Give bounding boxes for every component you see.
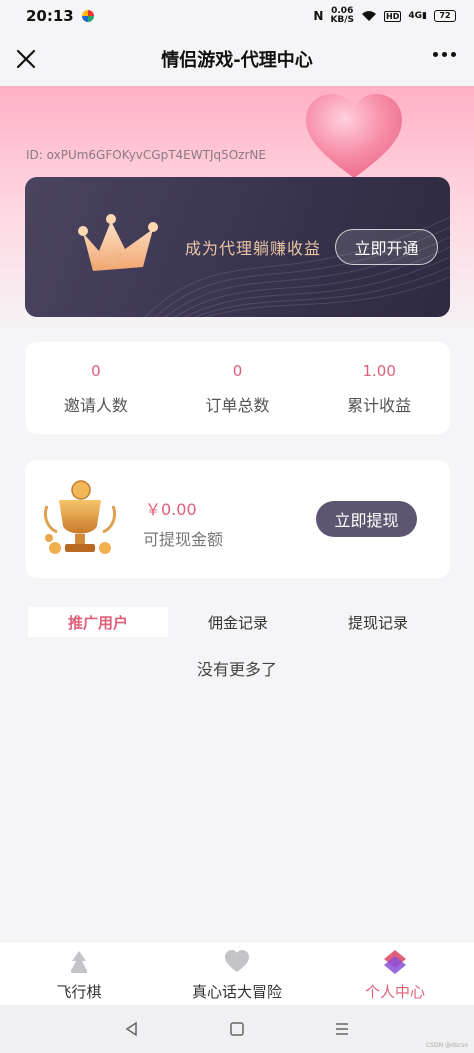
- record-tabs: 推广用户 佣金记录 提现记录: [28, 607, 448, 637]
- bottom-tab-label: 飞行棋: [56, 983, 102, 1001]
- heart-decoration-icon: [306, 94, 402, 178]
- agent-promo-card: 成为代理躺赚收益 立即开通: [25, 177, 450, 317]
- tab-commission-records[interactable]: 佣金记录: [168, 607, 308, 637]
- trophy-icon: [43, 480, 117, 554]
- stat-value: 1.00: [362, 362, 396, 380]
- nav-bar: 情侣游戏-代理中心: [0, 32, 474, 86]
- withdrawable-amount: ￥0.00: [145, 500, 197, 519]
- stat-label: 订单总数: [205, 396, 270, 415]
- bottom-tab-bar: 飞行棋 真心话大冒险 个人中心: [0, 941, 474, 1005]
- status-icons: N 0.06 KB/S HD 4G▮ 72: [313, 7, 456, 25]
- layers-icon: [384, 950, 406, 974]
- activate-agent-button[interactable]: 立即开通: [335, 229, 438, 265]
- heart-icon: [225, 950, 249, 972]
- status-bar: 20:13 N 0.06 KB/S HD 4G▮ 72: [0, 0, 474, 32]
- stat-value: 0: [91, 362, 101, 380]
- watermark: CSDN @dscso: [425, 1042, 468, 1049]
- stat-earnings: 1.00 累计收益: [308, 342, 450, 434]
- battery-icon: 72: [434, 10, 456, 22]
- empty-list-message: 没有更多了: [196, 660, 277, 679]
- home-icon[interactable]: [228, 1020, 246, 1038]
- network-speed: 0.06 KB/S: [330, 7, 354, 25]
- signal-label: 4G: [408, 11, 423, 21]
- page-title: 情侣游戏-代理中心: [161, 50, 313, 71]
- user-id: ID: oxPUm6GFOKyvCGpT4EWTJq5OzrNE: [26, 148, 266, 162]
- tab-promoted-users[interactable]: 推广用户: [28, 607, 168, 637]
- bottom-tab-profile[interactable]: 个人中心: [316, 942, 474, 1005]
- crown-icon: [78, 214, 158, 271]
- chess-piece-icon: [71, 951, 87, 973]
- stat-invites: 0 邀请人数: [25, 342, 167, 434]
- recent-apps-icon[interactable]: [333, 1020, 351, 1038]
- bottom-tab-label: 个人中心: [364, 983, 425, 1001]
- nfc-icon: N: [313, 9, 324, 23]
- stat-label: 邀请人数: [63, 396, 128, 415]
- speed-unit: KB/S: [330, 15, 355, 25]
- wifi-icon: [362, 11, 377, 21]
- bottom-tab-label: 真心话大冒险: [191, 983, 282, 1001]
- bottom-tab-truth-or-dare[interactable]: 真心话大冒险: [158, 942, 316, 1005]
- agent-promo-text: 成为代理躺赚收益: [185, 239, 322, 258]
- withdrawable-label: 可提现金额: [143, 530, 224, 549]
- bottom-tab-flying-chess[interactable]: 飞行棋: [0, 942, 158, 1005]
- status-time: 20:13: [26, 7, 74, 25]
- signal-icon: 4G▮: [408, 11, 427, 21]
- withdraw-button[interactable]: 立即提现: [316, 501, 417, 537]
- tab-withdrawal-records[interactable]: 提现记录: [308, 607, 448, 637]
- back-icon[interactable]: [123, 1020, 141, 1038]
- wallet-card: ￥0.00 可提现金额 立即提现: [25, 460, 450, 578]
- system-nav-bar: [0, 1005, 474, 1053]
- app-notification-icon: [81, 10, 94, 22]
- stat-label: 累计收益: [347, 396, 412, 415]
- stats-card: 0 邀请人数 0 订单总数 1.00 累计收益: [25, 342, 450, 434]
- stat-value: 0: [232, 362, 243, 380]
- more-icon[interactable]: [433, 52, 456, 57]
- hd-badge: HD: [384, 10, 402, 22]
- stat-orders: 0 订单总数: [167, 342, 309, 434]
- close-icon[interactable]: [12, 45, 40, 73]
